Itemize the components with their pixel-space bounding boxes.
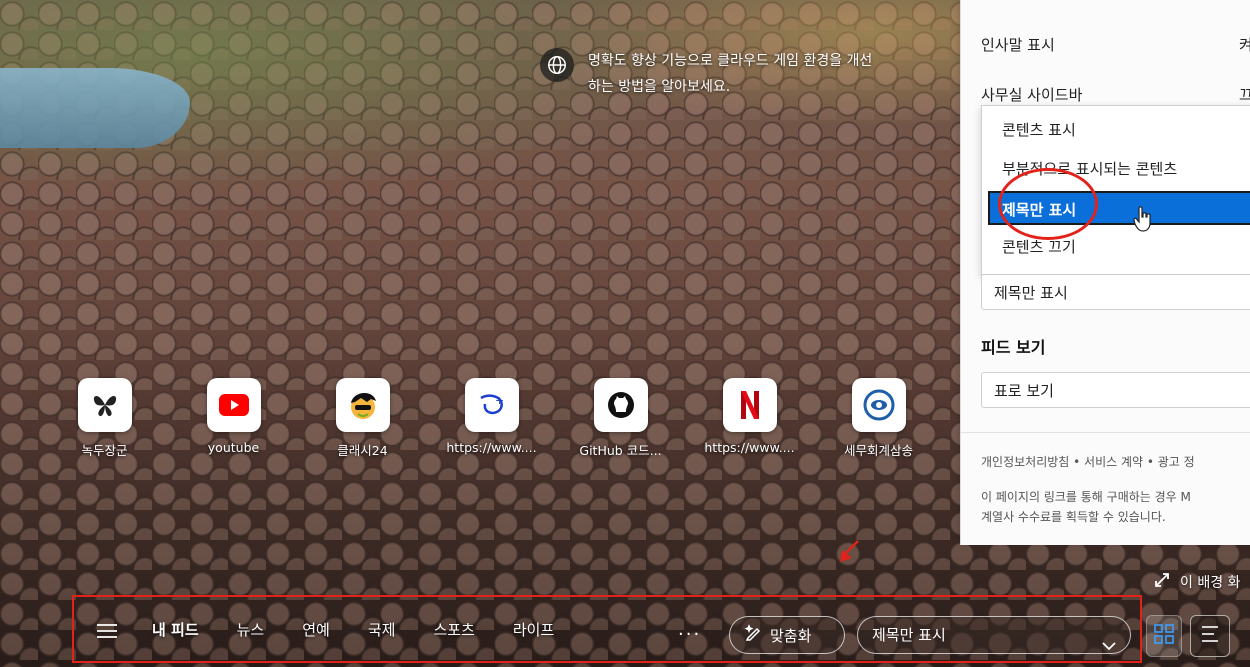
feed-tabs: 내 피드 뉴스 연예 국제 스포츠 라이프 bbox=[152, 597, 592, 661]
tax-office-icon bbox=[851, 378, 906, 432]
feed-view-select[interactable]: 표로 보기 bbox=[981, 372, 1250, 408]
quick-links: 녹두장군 youtube 클래시24 + https://www.... Git… bbox=[40, 378, 1003, 459]
content-visibility-dropdown: 콘텐츠 표시 부분적으로 표시되는 콘텐츠 제목만 표시 콘텐츠 끄기 bbox=[981, 105, 1250, 275]
background-info-label: 이 배경 화 bbox=[1180, 575, 1241, 591]
quick-link[interactable]: 클래시24 bbox=[298, 378, 427, 459]
quick-link-label: https://www.... bbox=[704, 440, 795, 455]
tab-entertainment[interactable]: 연예 bbox=[302, 619, 330, 640]
quick-link[interactable]: 세무회계삼송 bbox=[814, 378, 943, 459]
tab-news[interactable]: 뉴스 bbox=[237, 619, 265, 640]
promo-message[interactable]: 명확도 향상 기능으로 클라우드 게임 환경을 개선하는 방법을 알아보세요. bbox=[540, 48, 878, 100]
grid-view-button[interactable] bbox=[1146, 615, 1182, 657]
quick-link[interactable]: + https://www.... bbox=[427, 378, 556, 459]
option-partial-content[interactable]: 부분적으로 표시되는 콘텐츠 bbox=[982, 152, 1250, 186]
expand-icon bbox=[1154, 572, 1170, 592]
content-visibility-select[interactable]: 제목만 표시 bbox=[981, 274, 1250, 310]
feed-navigation-bar: 내 피드 뉴스 연예 국제 스포츠 라이프 ... 맞춤화 제목만 표시 bbox=[72, 595, 1142, 663]
quick-link-label: 세무회계삼송 bbox=[843, 443, 913, 458]
customize-label: 맞춤화 bbox=[770, 626, 812, 645]
quick-link-label: 녹두장군 bbox=[81, 443, 128, 458]
quick-link[interactable]: 녹두장군 bbox=[40, 378, 169, 459]
greeting-value: 켜 bbox=[1239, 34, 1250, 55]
footer-note-line-1: 이 페이지의 링크를 통해 구매하는 경우 M bbox=[981, 490, 1191, 504]
option-show-content[interactable]: 콘텐츠 표시 bbox=[982, 113, 1250, 147]
greeting-label: 인사말 표시 bbox=[981, 36, 1055, 54]
svg-text:+: + bbox=[495, 394, 504, 407]
butterfly-icon bbox=[77, 378, 132, 432]
panel-divider bbox=[961, 432, 1250, 433]
tab-my-feed[interactable]: 내 피드 bbox=[152, 619, 199, 640]
globe-icon bbox=[540, 48, 574, 82]
personalize-panel: 인사말 표시 켜 사무실 사이드바 끄 콘텐츠 표시 부분적으로 표시되는 콘텐… bbox=[960, 0, 1250, 545]
option-content-off[interactable]: 콘텐츠 끄기 bbox=[982, 230, 1250, 264]
quick-link-label: youtube bbox=[207, 440, 260, 455]
grid-icon bbox=[1154, 624, 1174, 648]
quick-link-label: https://www.... bbox=[446, 440, 537, 455]
hamburger-menu-icon[interactable] bbox=[96, 623, 118, 642]
quick-link-label: GitHub 코드... bbox=[579, 443, 662, 458]
footer-links[interactable]: 개인정보처리방침 • 서비스 계약 • 광고 정 bbox=[981, 452, 1250, 472]
netflix-icon bbox=[722, 378, 777, 432]
more-tabs-button[interactable]: ... bbox=[678, 619, 701, 640]
chevron-down-icon bbox=[1102, 628, 1116, 664]
quick-link[interactable]: youtube bbox=[169, 378, 298, 459]
tab-sports[interactable]: 스포츠 bbox=[433, 619, 474, 640]
quick-link[interactable]: GitHub 코드... bbox=[556, 378, 685, 459]
clash-avatar-icon bbox=[335, 378, 390, 432]
disney-plus-icon: + bbox=[464, 378, 519, 432]
annotation-arrow-icon bbox=[838, 540, 860, 568]
feed-display-value: 제목만 표시 bbox=[872, 626, 946, 644]
hand-cursor-icon bbox=[1133, 206, 1153, 236]
feed-display-select[interactable]: 제목만 표시 bbox=[857, 616, 1131, 654]
office-sidebar-setting[interactable]: 사무실 사이드바 끄 bbox=[981, 84, 1250, 105]
quick-link[interactable]: https://www.... bbox=[685, 378, 814, 459]
feed-view-title: 피드 보기 bbox=[981, 338, 1046, 357]
quick-link-label: 클래시24 bbox=[337, 443, 388, 458]
tab-world[interactable]: 국제 bbox=[368, 619, 396, 640]
greeting-setting[interactable]: 인사말 표시 켜 bbox=[981, 34, 1250, 55]
github-icon bbox=[593, 378, 648, 432]
office-sidebar-label: 사무실 사이드바 bbox=[981, 86, 1083, 104]
promo-text: 명확도 향상 기능으로 클라우드 게임 환경을 개선하는 방법을 알아보세요. bbox=[588, 53, 873, 95]
office-sidebar-value: 끄 bbox=[1239, 84, 1250, 105]
youtube-icon bbox=[206, 378, 261, 432]
list-view-button[interactable] bbox=[1190, 615, 1230, 657]
background-info[interactable]: 이 배경 화 bbox=[1154, 572, 1240, 592]
option-headings-only[interactable]: 제목만 표시 bbox=[988, 191, 1250, 225]
customize-button[interactable]: 맞춤화 bbox=[729, 616, 845, 654]
list-icon bbox=[1200, 625, 1220, 647]
sparkle-pencil-icon bbox=[744, 624, 762, 646]
tab-life[interactable]: 라이프 bbox=[513, 619, 554, 640]
footer-note-line-2: 계열사 수수료를 획득할 수 있습니다. bbox=[981, 510, 1166, 524]
